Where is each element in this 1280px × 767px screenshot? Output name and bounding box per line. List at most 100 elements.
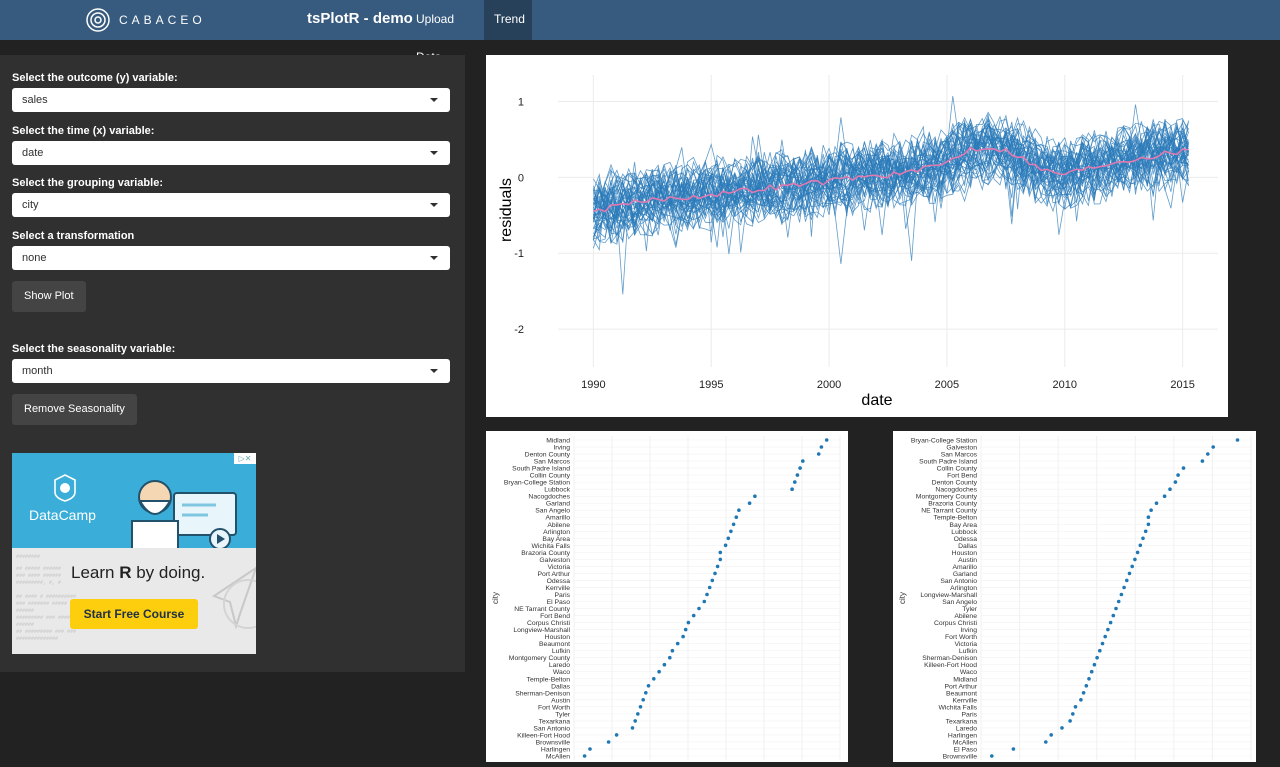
city-dot bbox=[710, 578, 715, 583]
city-tick-label: Denton County bbox=[525, 452, 571, 459]
decorative-code-text: ## ######### ### ### bbox=[16, 629, 77, 635]
city-dot bbox=[1146, 515, 1151, 519]
x-tick-label: 1995 bbox=[699, 379, 723, 391]
ad-choices-icon[interactable]: ▷✕ bbox=[234, 453, 256, 464]
cabaceo-logo[interactable]: CABACEO bbox=[85, 4, 206, 36]
city-dot bbox=[588, 747, 592, 751]
city-tick-label: Montgomery County bbox=[916, 494, 978, 501]
x-tick-label: 2010 bbox=[1053, 379, 1077, 391]
city-dot bbox=[1071, 712, 1075, 716]
city-tick-label: San Angelo bbox=[535, 508, 570, 515]
outcome-variable-select[interactable]: sales bbox=[12, 88, 450, 112]
city-tick-label: Garland bbox=[546, 501, 570, 508]
city-tick-label: Dallas bbox=[958, 543, 977, 550]
city-dot bbox=[753, 494, 757, 498]
tab-upload-data[interactable]: Upload Data bbox=[406, 0, 484, 64]
grouping-variable-select[interactable]: city bbox=[12, 193, 450, 217]
city-dot bbox=[1044, 740, 1048, 744]
city-tick-label: Kerrville bbox=[952, 697, 977, 704]
city-dot bbox=[1092, 662, 1097, 667]
city-tick-label: Harlingen bbox=[948, 732, 977, 739]
city-tick-label: Amarillo bbox=[952, 564, 977, 571]
city-dot bbox=[824, 438, 829, 442]
transformation-select[interactable]: none bbox=[12, 246, 450, 270]
city-dot bbox=[1146, 522, 1151, 527]
transformation-label: Select a transformation bbox=[12, 230, 135, 242]
datacamp-logo-icon bbox=[54, 474, 76, 502]
city-tick-label: Brownsville bbox=[943, 754, 978, 761]
city-dot bbox=[582, 754, 587, 758]
city-dot bbox=[705, 592, 709, 597]
city-dot bbox=[681, 634, 685, 639]
city-dot bbox=[662, 662, 667, 667]
dot-plot-body: MidlandIrvingDenton CountySan MarcosSout… bbox=[504, 436, 841, 761]
city-dot bbox=[652, 677, 656, 681]
residuals-trend-chart: 1990 1995 2000 2005 2010 2015 -2 -1 0 1 date resi… bbox=[498, 75, 1218, 409]
city-tick-label: Corpus Christi bbox=[527, 620, 571, 627]
city-tick-label: Bay Area bbox=[542, 536, 570, 543]
city-tick-label: Abilene bbox=[547, 522, 570, 529]
city-tick-label: Lufkin bbox=[959, 648, 977, 655]
city-dot bbox=[636, 712, 640, 716]
city-dot bbox=[1149, 508, 1153, 512]
city-dot bbox=[1079, 698, 1083, 702]
city-dot bbox=[793, 480, 797, 484]
city-tick-label: Bryan-College Station bbox=[911, 438, 977, 445]
datacamp-ad-banner[interactable]: ▷✕ DataCamp ######## ## ##### ###### ###… bbox=[12, 453, 256, 654]
city-tick-label: Temple-Belton bbox=[527, 676, 571, 683]
y-tick-label: 0 bbox=[518, 172, 524, 184]
city-tick-label: Bryan-College Station bbox=[504, 480, 570, 487]
city-dot bbox=[1098, 648, 1102, 653]
city-dot bbox=[644, 691, 648, 695]
city-tick-label: McAllen bbox=[546, 754, 570, 761]
seasonality-variable-label: Select the seasonality variable: bbox=[12, 343, 176, 355]
city-dot bbox=[726, 536, 731, 541]
city-dot bbox=[713, 571, 717, 576]
city-tick-label: Killeen-Fort Hood bbox=[517, 732, 570, 739]
city-tick-label: Brownsville bbox=[536, 739, 571, 746]
decorative-code-text: ### ####### ##### bbox=[16, 601, 68, 607]
x-axis-title: date bbox=[861, 392, 892, 409]
city-dot bbox=[1143, 529, 1148, 534]
city-dot bbox=[734, 515, 739, 519]
remove-seasonality-button[interactable]: Remove Seasonality bbox=[12, 394, 137, 425]
y-tick-label: -1 bbox=[514, 248, 524, 260]
seasonality-variable-select[interactable]: month bbox=[12, 359, 450, 383]
city-tick-label: Kerrville bbox=[545, 585, 570, 592]
city-tick-label: El Paso bbox=[547, 599, 571, 606]
city-tick-label: Beaumont bbox=[946, 690, 977, 697]
city-dot bbox=[1130, 564, 1134, 569]
city-tick-label: San Antonio bbox=[533, 725, 570, 732]
city-dot bbox=[737, 508, 741, 512]
city-tick-label: Fort Worth bbox=[945, 634, 977, 641]
city-dot bbox=[606, 740, 611, 744]
tab-trend[interactable]: Trend bbox=[484, 0, 532, 40]
city-tick-label: Denton County bbox=[932, 480, 978, 487]
city-dot bbox=[1173, 480, 1178, 484]
city-tick-label: Arlington bbox=[543, 529, 570, 536]
city-tick-label: Laredo bbox=[956, 725, 977, 732]
city-tick-label: Fort Worth bbox=[538, 704, 570, 711]
city-dot bbox=[1122, 585, 1126, 590]
app-title: tsPlotR - demo bbox=[307, 10, 413, 27]
city-tick-label: Longview-Marshall bbox=[920, 592, 977, 599]
sidebar-panel: Select the outcome (y) variable: sales S… bbox=[0, 55, 465, 672]
city-dot bbox=[630, 726, 635, 730]
city-tick-label: Collin County bbox=[937, 466, 978, 473]
city-tick-label: Houston bbox=[545, 634, 571, 641]
city-tick-label: Texarkana bbox=[946, 718, 978, 725]
city-dot bbox=[1176, 473, 1180, 477]
city-dot bbox=[1127, 571, 1132, 576]
city-tick-label: Galveston bbox=[946, 445, 977, 452]
city-tick-label: Corpus Christi bbox=[934, 620, 978, 627]
city-dot bbox=[1114, 606, 1118, 611]
start-free-course-button[interactable]: Start Free Course bbox=[70, 599, 198, 629]
show-plot-button[interactable]: Show Plot bbox=[12, 281, 86, 312]
ad-tagline-text: by doing. bbox=[131, 563, 206, 582]
city-dot-plot-left: city Midland Irving Denton County San Marco… bbox=[486, 431, 848, 762]
city-tick-label: Beaumont bbox=[539, 641, 570, 648]
city-tick-label: South Padre Island bbox=[512, 466, 570, 473]
city-tick-label: Arlington bbox=[950, 585, 977, 592]
time-variable-select[interactable]: date bbox=[12, 141, 450, 165]
city-tick-label: Wichita Falls bbox=[531, 543, 570, 550]
